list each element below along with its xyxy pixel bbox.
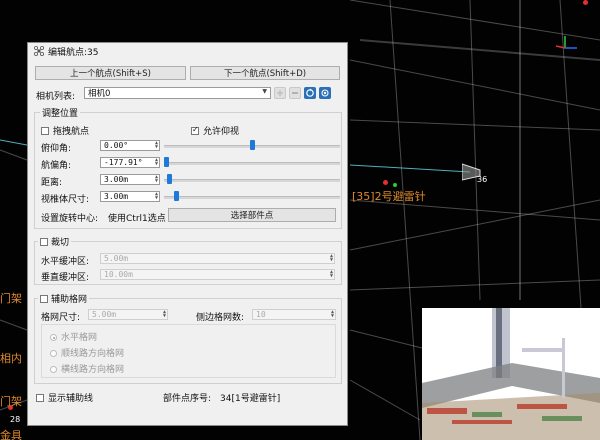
plus-icon (277, 90, 283, 96)
radio-along-label: 顺线路方向格网 (61, 349, 125, 359)
pitch-input[interactable]: 0.00° ▲ ▼ (100, 140, 160, 151)
rotation-center-label: 设置旋转中心: (41, 214, 99, 224)
pitch-slider-thumb[interactable] (249, 140, 255, 150)
add-camera-button[interactable] (274, 87, 286, 99)
checkbox-box[interactable] (41, 126, 49, 135)
edit-waypoint-dialog: 编辑航点:35 上一个航点(Shift+S) 下一个航点(Shift+D) 相机… (27, 42, 348, 426)
adjust-position-title: 调整位置 (40, 106, 81, 119)
dialog-title: 编辑航点:35 (48, 47, 99, 58)
part-index-label: 部件点序号: (163, 394, 212, 404)
radio-horizontal-label: 水平格网 (61, 333, 98, 343)
spinner-icon[interactable]: ▲ ▼ (331, 310, 334, 319)
grid-size-label: 格网尺寸: (41, 313, 81, 323)
distance-input[interactable]: 3.00m ▲ ▼ (100, 174, 160, 185)
h-buffer-label: 水平缓冲区: (41, 257, 90, 267)
spinner-icon[interactable]: ▲ ▼ (155, 158, 158, 167)
scene-label: 门架 (0, 395, 22, 408)
preview-camera-button[interactable] (319, 87, 331, 99)
refresh-icon (306, 88, 314, 97)
radio-icon[interactable] (50, 334, 57, 341)
pitch-label: 俯仰角: (41, 144, 72, 154)
radio-cross-label: 横线路方向格网 (61, 365, 125, 375)
allow-view-checkbox[interactable]: 允许仰视 (191, 124, 239, 137)
waypoint-label-35: [35]2号避雷针 (352, 190, 426, 203)
distance-value: 3.00m (104, 175, 129, 184)
spinner-icon[interactable]: ▲ ▼ (163, 310, 166, 319)
waypoint-marker[interactable] (583, 0, 588, 5)
allow-view-label: 允许仰视 (203, 127, 240, 137)
helper-grid-title[interactable]: 辅助格网 (38, 292, 90, 305)
v-buffer-label: 垂直缓冲区: (41, 273, 90, 283)
camera-list-value: 相机0 (88, 89, 111, 99)
select-part-button[interactable]: 选择部件点 (168, 208, 336, 222)
scene-label: 金具 (0, 429, 22, 440)
crop-checkbox[interactable] (40, 237, 48, 246)
drag-waypoint-checkbox[interactable]: 拖拽航点 (41, 124, 89, 137)
frustum-slider-thumb[interactable] (174, 191, 180, 201)
checkbox-box[interactable] (36, 393, 44, 402)
radio-icon[interactable] (50, 350, 57, 357)
frustum-label: 视椎体尺寸: (41, 195, 90, 205)
scene-label: 28 (10, 415, 21, 424)
eye-icon (321, 89, 329, 97)
remove-camera-button[interactable] (289, 87, 301, 99)
yaw-value: -177.91° (104, 158, 143, 167)
radio-along[interactable]: 顺线路方向格网 (50, 346, 124, 359)
v-buffer-input[interactable]: 10.00m ▲ ▼ (100, 269, 335, 280)
distance-slider-track[interactable] (164, 179, 340, 182)
radio-horizontal[interactable]: 水平格网 (50, 330, 97, 343)
distance-slider-thumb[interactable] (167, 174, 173, 184)
checkbox-box[interactable] (191, 125, 199, 135)
frustum-value: 3.00m (104, 192, 129, 201)
radio-icon[interactable] (50, 366, 57, 373)
camera-list-label: 相机列表: (36, 92, 76, 102)
spinner-icon[interactable]: ▲ ▼ (155, 175, 158, 184)
show-helper-checkbox[interactable]: 显示辅助线 (36, 391, 93, 404)
part-index-value: 34[1号避雷针] (220, 394, 281, 404)
camera-list-select[interactable]: 相机0 ▼ (84, 87, 271, 99)
side-grid-label: 侧边格网数: (196, 313, 245, 323)
pitch-value: 0.00° (104, 141, 129, 150)
scene-label: 门架 (0, 292, 22, 305)
helper-grid-title-text: 辅助格网 (51, 295, 88, 305)
yaw-input[interactable]: -177.91° ▲ ▼ (100, 157, 160, 168)
waypoint-marker[interactable] (383, 180, 388, 185)
scene-label: 相内 (0, 352, 22, 365)
rotation-center-hint: 使用Ctrl1选点 (108, 214, 166, 224)
drone-icon (34, 46, 44, 56)
side-grid-value: 10 (256, 310, 266, 319)
frustum-input[interactable]: 3.00m ▲ ▼ (100, 191, 160, 202)
drag-waypoint-label: 拖拽航点 (53, 127, 90, 137)
h-buffer-input[interactable]: 5.00m ▲ ▼ (100, 253, 335, 264)
crop-title-text: 裁切 (51, 238, 70, 248)
waypoint-marker[interactable] (393, 183, 397, 187)
spinner-icon[interactable]: ▲ ▼ (330, 270, 333, 279)
side-grid-input[interactable]: 10 ▲ ▼ (252, 309, 336, 320)
v-buffer-value: 10.00m (104, 270, 133, 279)
grid-size-value: 5.00m (92, 310, 117, 319)
next-waypoint-button[interactable]: 下一个航点(Shift+D) (190, 66, 340, 80)
helper-grid-checkbox[interactable] (40, 294, 48, 303)
yaw-slider-track[interactable] (164, 162, 340, 165)
refresh-camera-button[interactable] (304, 87, 316, 99)
spinner-icon[interactable]: ▲ ▼ (155, 141, 158, 150)
h-buffer-value: 5.00m (104, 254, 129, 263)
waypoint-label-36: 36 (477, 175, 488, 184)
crop-title[interactable]: 裁切 (38, 235, 72, 248)
spinner-icon[interactable]: ▲ ▼ (330, 254, 333, 263)
yaw-slider-thumb[interactable] (164, 157, 169, 167)
chevron-down-icon: ▼ (262, 88, 267, 95)
distance-label: 距离: (41, 178, 63, 188)
dialog-titlebar[interactable]: 编辑航点:35 (28, 43, 347, 59)
camera-preview-inset (422, 308, 600, 440)
radio-cross[interactable]: 横线路方向格网 (50, 362, 124, 375)
frustum-slider-track[interactable] (164, 196, 340, 199)
spinner-icon[interactable]: ▲ ▼ (155, 192, 158, 201)
yaw-label: 航偏角: (41, 161, 72, 171)
prev-waypoint-button[interactable]: 上一个航点(Shift+S) (35, 66, 186, 80)
minus-icon (292, 92, 298, 94)
adjust-position-title-text: 调整位置 (42, 109, 79, 119)
grid-size-input[interactable]: 5.00m ▲ ▼ (88, 309, 168, 320)
show-helper-label: 显示辅助线 (48, 394, 94, 404)
